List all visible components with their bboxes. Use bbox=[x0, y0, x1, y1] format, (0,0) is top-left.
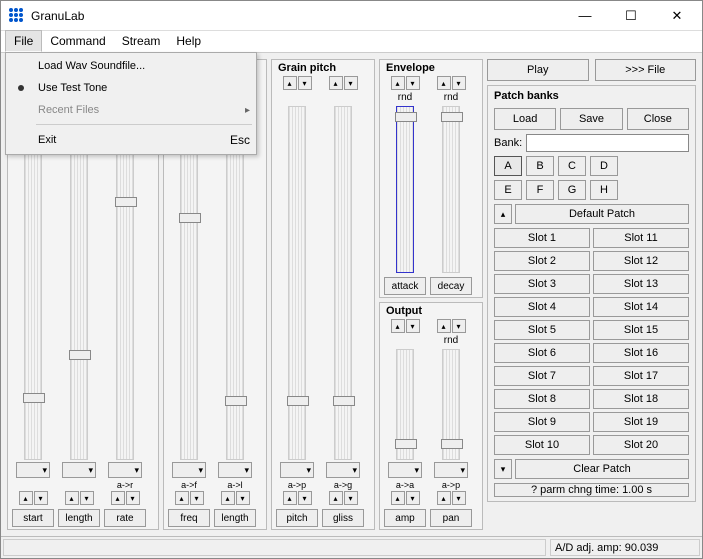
parm-chng-button[interactable]: ? parm chng time: 1.00 s bbox=[494, 483, 689, 497]
slot-button[interactable]: Slot 8 bbox=[494, 389, 590, 409]
bank-input[interactable] bbox=[526, 134, 689, 152]
menu-use-test-tone[interactable]: Use Test Tone bbox=[8, 77, 254, 99]
menu-load-wav[interactable]: Load Wav Soundfile... bbox=[8, 55, 254, 77]
slot-button[interactable]: Slot 15 bbox=[593, 320, 689, 340]
bank-letter-E[interactable]: E bbox=[494, 180, 522, 200]
group-output: Output ▴▾ ▾ a->a ▴▾ amp ▴▾ rnd bbox=[379, 302, 483, 530]
group-title: Grain pitch bbox=[278, 62, 370, 74]
bank-letter-G[interactable]: G bbox=[558, 180, 586, 200]
slot-button[interactable]: Slot 1 bbox=[494, 228, 590, 248]
slot-button[interactable]: Slot 13 bbox=[593, 274, 689, 294]
menu-stream[interactable]: Stream bbox=[114, 31, 169, 52]
slot-button[interactable]: Slot 17 bbox=[593, 366, 689, 386]
bank-label: Bank: bbox=[494, 137, 522, 149]
attack-button[interactable]: attack bbox=[384, 277, 426, 295]
pb-save-button[interactable]: Save bbox=[560, 108, 622, 130]
slot-button[interactable]: Slot 5 bbox=[494, 320, 590, 340]
menu-separator bbox=[36, 124, 252, 125]
patch-spin-up[interactable]: ▴ bbox=[494, 204, 512, 224]
slider-name[interactable]: rate bbox=[104, 509, 146, 527]
right-panel: Play >>> File Patch banks Load Save Clos… bbox=[487, 59, 696, 530]
group-envelope: Envelope ▴▾ rnd attack ▴▾ rnd decay bbox=[379, 59, 483, 298]
statusbar: A/D adj. amp: 90.039 bbox=[1, 536, 702, 558]
patch-banks-title: Patch banks bbox=[494, 90, 689, 102]
slot-button[interactable]: Slot 2 bbox=[494, 251, 590, 271]
bank-letter-A[interactable]: A bbox=[494, 156, 522, 176]
menu-recent-files[interactable]: Recent Files▸ bbox=[8, 99, 254, 121]
patch-spin-down[interactable]: ▾ bbox=[494, 459, 512, 479]
slider-name[interactable]: length bbox=[58, 509, 100, 527]
tofile-button[interactable]: >>> File bbox=[595, 59, 697, 81]
bank-letter-B[interactable]: B bbox=[526, 156, 554, 176]
menu-help[interactable]: Help bbox=[168, 31, 209, 52]
clear-patch-button[interactable]: Clear Patch bbox=[515, 459, 689, 479]
slot-button[interactable]: Slot 11 bbox=[593, 228, 689, 248]
radio-dot-icon bbox=[18, 85, 24, 91]
slot-button[interactable]: Slot 3 bbox=[494, 274, 590, 294]
status-left bbox=[3, 539, 546, 556]
slot-button[interactable]: Slot 10 bbox=[494, 435, 590, 455]
submenu-arrow-icon: ▸ bbox=[245, 105, 250, 116]
window-title: GranuLab bbox=[31, 9, 562, 23]
pb-close-button[interactable]: Close bbox=[627, 108, 689, 130]
slot-button[interactable]: Slot 9 bbox=[494, 412, 590, 432]
slot-button[interactable]: Slot 20 bbox=[593, 435, 689, 455]
menu-exit[interactable]: ExitEsc bbox=[8, 128, 254, 152]
bank-letter-D[interactable]: D bbox=[590, 156, 618, 176]
decay-button[interactable]: decay bbox=[430, 277, 472, 295]
slot-button[interactable]: Slot 14 bbox=[593, 297, 689, 317]
spin-up[interactable]: ▴ bbox=[19, 491, 33, 505]
spin-down[interactable]: ▾ bbox=[34, 491, 48, 505]
slot-button[interactable]: Slot 6 bbox=[494, 343, 590, 363]
slot-button[interactable]: Slot 16 bbox=[593, 343, 689, 363]
patch-banks: Patch banks Load Save Close Bank: ABCD E… bbox=[487, 85, 696, 502]
bank-letter-H[interactable]: H bbox=[590, 180, 618, 200]
menubar: File Command Stream Help bbox=[1, 31, 702, 53]
slot-button[interactable]: Slot 7 bbox=[494, 366, 590, 386]
minimize-button[interactable]: — bbox=[562, 1, 608, 31]
slot-button[interactable]: Slot 19 bbox=[593, 412, 689, 432]
slider-combo[interactable]: ▾ bbox=[16, 462, 50, 478]
app-icon bbox=[9, 8, 25, 24]
menu-file[interactable]: File bbox=[5, 30, 42, 52]
menu-command[interactable]: Command bbox=[42, 31, 113, 52]
file-dropdown: Load Wav Soundfile... Use Test Tone Rece… bbox=[5, 52, 257, 155]
bank-letter-F[interactable]: F bbox=[526, 180, 554, 200]
play-button[interactable]: Play bbox=[487, 59, 589, 81]
group-grain-pitch: Grain pitch ▴▾ ▾ a->p ▴▾ pitch ▴▾ ▾ a->g bbox=[271, 59, 375, 530]
slider-name[interactable]: start bbox=[12, 509, 54, 527]
status-right: A/D adj. amp: 90.039 bbox=[550, 539, 700, 556]
pb-load-button[interactable]: Load bbox=[494, 108, 556, 130]
bank-letter-C[interactable]: C bbox=[558, 156, 586, 176]
slot-button[interactable]: Slot 18 bbox=[593, 389, 689, 409]
default-patch-button[interactable]: Default Patch bbox=[515, 204, 689, 224]
titlebar: GranuLab — ☐ ✕ bbox=[1, 1, 702, 31]
close-button[interactable]: ✕ bbox=[654, 1, 700, 31]
slot-button[interactable]: Slot 12 bbox=[593, 251, 689, 271]
slot-button[interactable]: Slot 4 bbox=[494, 297, 590, 317]
maximize-button[interactable]: ☐ bbox=[608, 1, 654, 31]
